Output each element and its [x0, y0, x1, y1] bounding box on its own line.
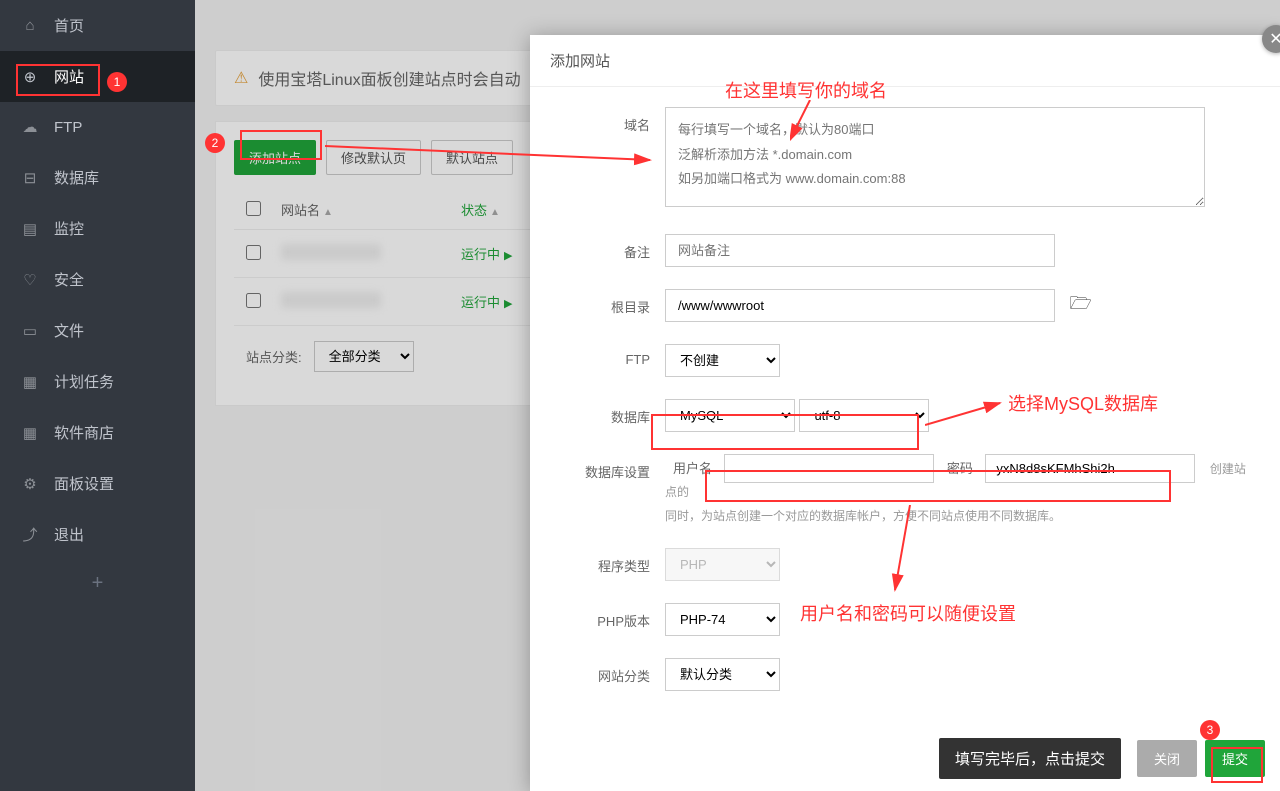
modal-footer: 填写完毕后，点击提交 关闭 提交 — [924, 726, 1280, 791]
program-type-label: 程序类型 — [550, 548, 665, 575]
sidebar-item-database[interactable]: ⊟ 数据库 — [0, 152, 195, 203]
sidebar: ⌂ 首页 ⊕ 网站 ☁ FTP ⊟ 数据库 ▤ 监控 ♡ 安全 ▭ 文件 ▦ 计… — [0, 0, 195, 791]
ftp-label: FTP — [550, 344, 665, 367]
sidebar-label: 安全 — [54, 269, 84, 290]
ftp-select[interactable]: 不创建 — [665, 344, 780, 377]
submit-tooltip: 填写完毕后，点击提交 — [939, 738, 1121, 779]
charset-select[interactable]: utf-8 — [799, 399, 929, 432]
submit-button[interactable]: 提交 — [1205, 740, 1265, 777]
sidebar-label: 退出 — [54, 524, 84, 545]
sidebar-item-exit[interactable]: ⤴ 退出 — [0, 509, 195, 560]
sidebar-item-monitor[interactable]: ▤ 监控 — [0, 203, 195, 254]
globe-icon: ⊕ — [20, 67, 40, 87]
folder-icon: ▭ — [20, 321, 40, 341]
home-icon: ⌂ — [20, 16, 40, 36]
calendar-icon: ▦ — [20, 372, 40, 392]
shield-icon: ♡ — [20, 270, 40, 290]
domain-textarea[interactable] — [665, 107, 1205, 207]
php-version-label: PHP版本 — [550, 603, 665, 630]
folder-browse-icon[interactable]: 🗁 — [1069, 291, 1091, 321]
note-input[interactable] — [665, 234, 1055, 267]
sidebar-item-home[interactable]: ⌂ 首页 — [0, 0, 195, 51]
sidebar-item-settings[interactable]: ⚙ 面板设置 — [0, 458, 195, 509]
sidebar-item-files[interactable]: ▭ 文件 — [0, 305, 195, 356]
root-label: 根目录 — [550, 289, 665, 316]
sidebar-label: 监控 — [54, 218, 84, 239]
annotation-badge-2: 2 — [205, 133, 225, 153]
username-label: 用户名 — [673, 461, 712, 476]
db-password-input[interactable] — [985, 454, 1195, 483]
ftp-icon: ☁ — [20, 117, 40, 137]
domain-label: 域名 — [550, 107, 665, 134]
grid-icon: ▦ — [20, 423, 40, 443]
sidebar-add-button[interactable]: + — [0, 560, 195, 607]
sidebar-label: 软件商店 — [54, 422, 114, 443]
sidebar-item-ftp[interactable]: ☁ FTP — [0, 102, 195, 152]
add-website-modal: ✕ 添加网站 域名 备注 根目录 🗁 FTP — [530, 35, 1280, 791]
sidebar-label: 首页 — [54, 15, 84, 36]
root-input[interactable] — [665, 289, 1055, 322]
note-label: 备注 — [550, 234, 665, 261]
sidebar-label: 网站 — [54, 66, 84, 87]
annotation-badge-3: 3 — [1200, 720, 1220, 740]
database-select[interactable]: MySQL — [665, 399, 795, 432]
site-category-select[interactable]: 默认分类 — [665, 658, 780, 691]
annotation-badge-1: 1 — [107, 72, 127, 92]
sidebar-label: FTP — [54, 119, 82, 136]
database-label: 数据库 — [550, 399, 665, 426]
database-icon: ⊟ — [20, 168, 40, 188]
sidebar-item-security[interactable]: ♡ 安全 — [0, 254, 195, 305]
sidebar-label: 文件 — [54, 320, 84, 341]
sidebar-label: 计划任务 — [54, 371, 114, 392]
db-settings-label: 数据库设置 — [550, 454, 665, 481]
db-helper-text: 同时，为站点创建一个对应的数据库帐户，方便不同站点使用不同数据库。 — [665, 507, 1250, 526]
sidebar-label: 面板设置 — [54, 473, 114, 494]
cancel-button[interactable]: 关闭 — [1137, 740, 1197, 777]
monitor-icon: ▤ — [20, 219, 40, 239]
site-category-label: 网站分类 — [550, 658, 665, 685]
sidebar-item-website[interactable]: ⊕ 网站 — [0, 51, 195, 102]
php-version-select[interactable]: PHP-74 — [665, 603, 780, 636]
sidebar-label: 数据库 — [54, 167, 99, 188]
sidebar-item-cron[interactable]: ▦ 计划任务 — [0, 356, 195, 407]
db-username-input[interactable] — [724, 454, 934, 483]
modal-title: 添加网站 — [530, 35, 1280, 87]
password-label: 密码 — [947, 461, 973, 476]
gear-icon: ⚙ — [20, 474, 40, 494]
exit-icon: ⤴ — [20, 525, 40, 545]
sidebar-item-software[interactable]: ▦ 软件商店 — [0, 407, 195, 458]
program-type-select[interactable]: PHP — [665, 548, 780, 581]
